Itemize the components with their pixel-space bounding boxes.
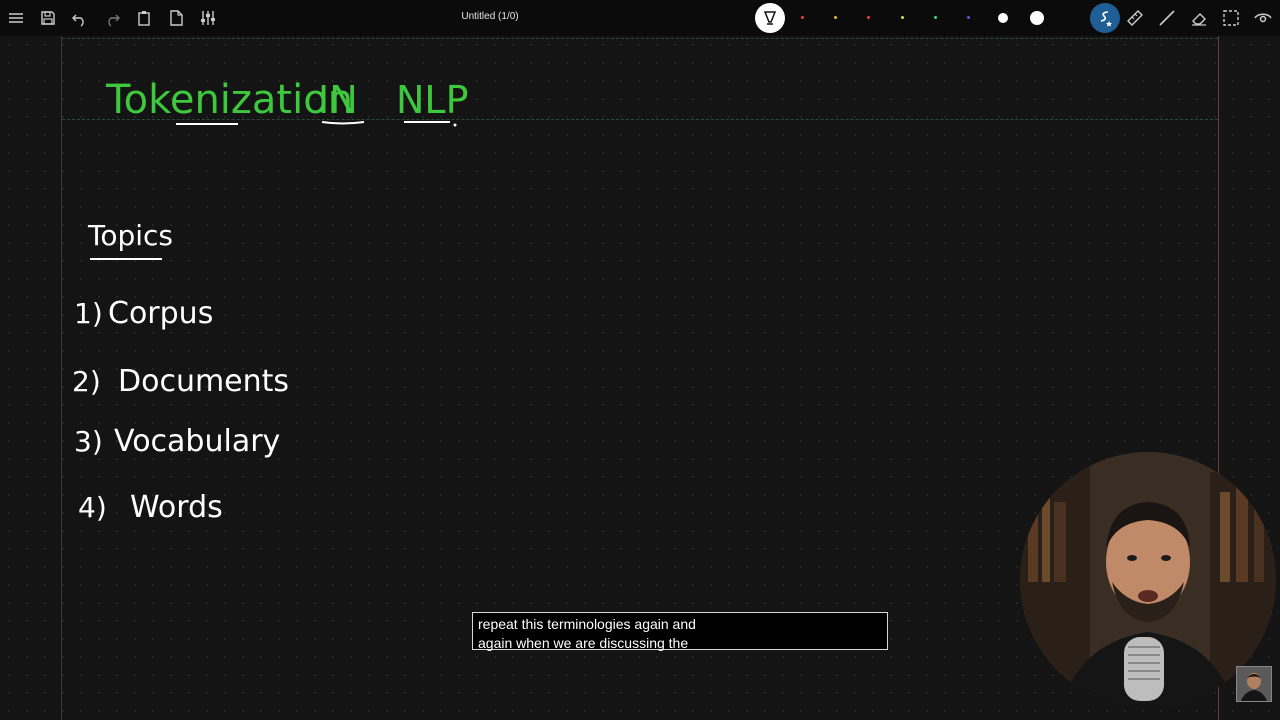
topics-heading: Topics [87, 219, 173, 252]
topic-3-number: 3) [74, 425, 103, 458]
title-word-in: IN [318, 78, 358, 122]
title-word-tokenization: Tokenization [105, 77, 353, 123]
topic-4-label: Words [130, 490, 223, 525]
topic-2-number: 2) [72, 365, 101, 398]
topic-1-number: 1) [74, 297, 103, 330]
subtitle-caption: repeat this terminologies again and agai… [472, 612, 888, 651]
title-word-nlp: NLP [396, 78, 469, 122]
caption-line-2: again when we are discussing the [478, 635, 689, 651]
topic-4-number: 4) [78, 491, 107, 524]
presenter-thumbnail [1236, 666, 1272, 702]
topic-2-label: Documents [118, 364, 289, 399]
topic-3-label: Vocabulary [114, 424, 280, 459]
topic-1-label: Corpus [108, 296, 213, 331]
caption-line-1: repeat this terminologies again and [478, 616, 696, 632]
